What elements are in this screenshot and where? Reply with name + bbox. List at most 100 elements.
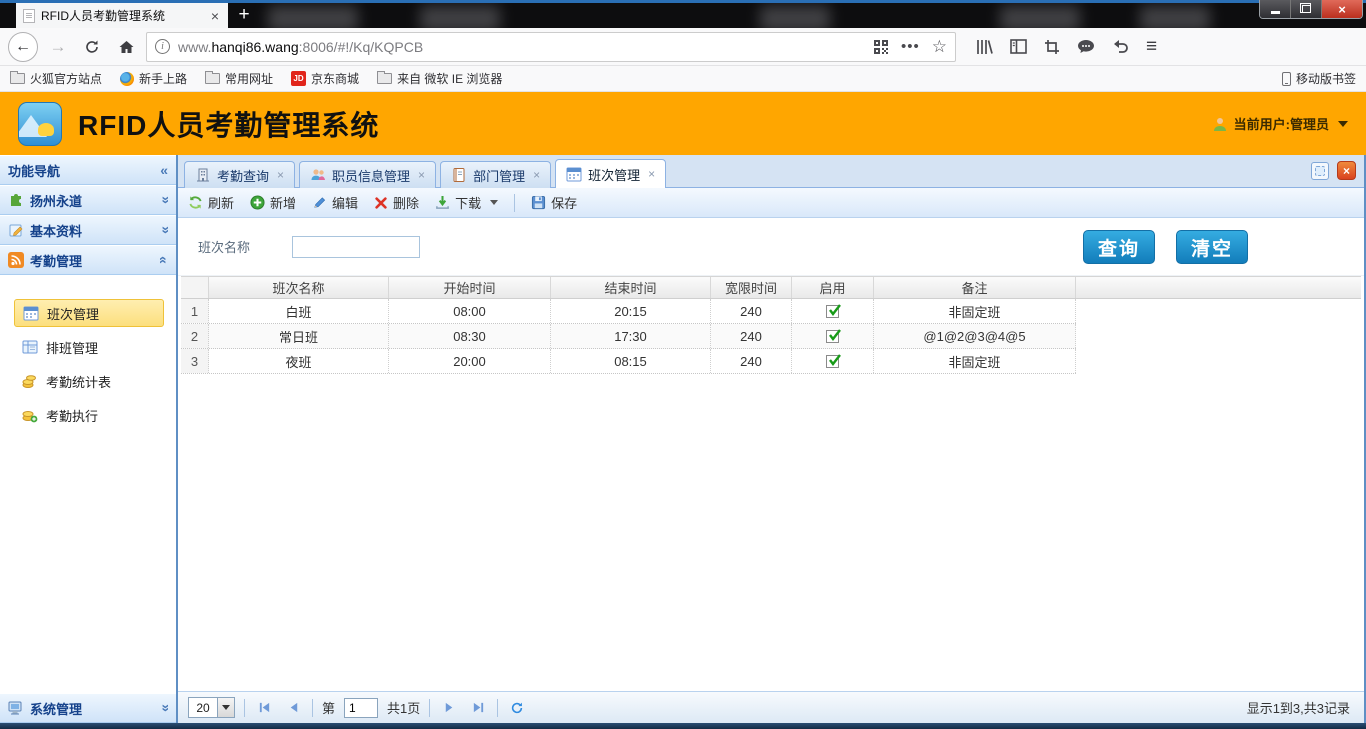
- forward-button[interactable]: →: [44, 33, 72, 61]
- first-page-icon: [258, 701, 271, 714]
- sidebar-panel-yangzhou[interactable]: 扬州永道 «: [0, 185, 176, 215]
- col-enabled[interactable]: 启用: [792, 277, 874, 298]
- app-logo-icon: [18, 102, 62, 146]
- col-remark[interactable]: 备注: [874, 277, 1076, 298]
- enabled-checkbox[interactable]: [826, 305, 839, 318]
- page-actions-icon[interactable]: •••: [901, 38, 920, 55]
- url-text[interactable]: www.hanqi86.wang:8006/#!/Kq/KQPCB: [178, 39, 865, 55]
- edit-button[interactable]: 编辑: [312, 193, 358, 212]
- qr-code-icon[interactable]: [873, 39, 889, 55]
- download-button[interactable]: 下载: [435, 193, 498, 212]
- reload-button[interactable]: [78, 33, 106, 61]
- collapse-sidebar-icon[interactable]: «: [160, 162, 168, 178]
- enabled-checkbox[interactable]: [826, 355, 839, 368]
- download-caret-icon[interactable]: [490, 200, 498, 205]
- messages-icon[interactable]: [1077, 39, 1095, 55]
- first-page-button[interactable]: [254, 698, 274, 718]
- phone-icon: [1282, 72, 1291, 86]
- delete-button[interactable]: 删除: [374, 193, 419, 212]
- next-page-button[interactable]: [439, 698, 459, 718]
- window-controls: ×: [1259, 0, 1363, 19]
- minimize-icon: [1271, 11, 1280, 14]
- library-icon[interactable]: [976, 39, 993, 55]
- maximize-button[interactable]: [1291, 0, 1322, 18]
- reload-grid-button[interactable]: [507, 698, 527, 718]
- sidebar-item-attendance-statistics[interactable]: 考勤统计表: [14, 367, 164, 395]
- bookmark-item[interactable]: JD京东商城: [291, 70, 359, 87]
- sidebars-icon[interactable]: [1010, 39, 1027, 54]
- col-end-time[interactable]: 结束时间: [551, 277, 711, 298]
- home-button[interactable]: [112, 33, 140, 61]
- close-button[interactable]: ×: [1322, 0, 1362, 18]
- close-tab-icon[interactable]: ×: [277, 168, 284, 182]
- chevron-double-up-icon: «: [156, 256, 172, 264]
- bookmark-item[interactable]: 来自 微软 IE 浏览器: [377, 70, 502, 87]
- new-tab-button[interactable]: +: [232, 5, 256, 25]
- col-grace-time[interactable]: 宽限时间: [711, 277, 792, 298]
- sidebar-panel-system[interactable]: 系统管理 «: [0, 693, 176, 723]
- add-button[interactable]: 新增: [250, 193, 296, 212]
- sidebar-panel-basic[interactable]: 基本资料 «: [0, 215, 176, 245]
- query-button[interactable]: 查询: [1083, 230, 1155, 264]
- undo-icon[interactable]: [1112, 39, 1129, 54]
- screenshot-icon[interactable]: [1044, 39, 1060, 55]
- sidebar-item-schedule-management[interactable]: 排班管理: [14, 333, 164, 361]
- current-user-menu[interactable]: 当前用户:管理员: [1212, 114, 1348, 133]
- people-icon: [310, 167, 326, 183]
- sidebar-item-shift-management[interactable]: 班次管理: [14, 299, 164, 327]
- table-row[interactable]: 2 常日班 08:30 17:30 240 @1@2@3@4@5: [181, 324, 1076, 349]
- maximize-icon: [1302, 5, 1311, 13]
- enabled-checkbox[interactable]: [826, 330, 839, 343]
- folder-icon: [10, 73, 25, 84]
- clear-button[interactable]: 清空: [1176, 230, 1248, 264]
- minimize-button[interactable]: [1260, 0, 1291, 18]
- col-shift-name[interactable]: 班次名称: [209, 277, 389, 298]
- last-page-button[interactable]: [468, 698, 488, 718]
- site-info-icon[interactable]: i: [155, 39, 170, 54]
- page-number-input[interactable]: [344, 698, 378, 718]
- sidebar-item-attendance-execute[interactable]: 考勤执行: [14, 401, 164, 429]
- bookmark-item[interactable]: 常用网址: [205, 70, 273, 87]
- bookmark-star-icon[interactable]: ☆: [932, 37, 947, 57]
- maximize-panel-button[interactable]: [1311, 162, 1329, 180]
- browser-tab[interactable]: RFID人员考勤管理系统 ×: [16, 3, 228, 28]
- save-button[interactable]: 保存: [531, 193, 577, 212]
- address-bar[interactable]: i www.hanqi86.wang:8006/#!/Kq/KQPCB ••• …: [146, 32, 956, 62]
- home-icon: [118, 39, 135, 55]
- bookmark-item[interactable]: 火狐官方站点: [10, 70, 102, 87]
- feed-icon: [8, 252, 24, 268]
- tab-shift-management[interactable]: 班次管理 ×: [555, 159, 666, 188]
- prev-page-button[interactable]: [283, 698, 303, 718]
- select-arrow-icon[interactable]: [218, 697, 235, 718]
- close-panel-button[interactable]: ×: [1337, 161, 1356, 180]
- reload-grid-icon: [510, 701, 524, 715]
- puzzle-icon: [8, 192, 24, 208]
- tab-employee-info[interactable]: 职员信息管理 ×: [299, 161, 436, 188]
- refresh-button[interactable]: 刷新: [188, 193, 234, 212]
- tab-attendance-query[interactable]: 考勤查询 ×: [184, 161, 295, 188]
- close-tab-icon[interactable]: ×: [533, 168, 540, 182]
- sidebar-header: 功能导航 «: [0, 155, 176, 185]
- close-tab-icon[interactable]: ×: [648, 167, 655, 181]
- tab-close-icon[interactable]: ×: [209, 9, 221, 23]
- table-row[interactable]: 3 夜班 20:00 08:15 240 非固定班: [181, 349, 1076, 374]
- col-filler: [1076, 277, 1361, 298]
- prev-page-icon: [287, 701, 300, 714]
- page-prefix: 第: [322, 698, 335, 717]
- shift-name-label: 班次名称: [198, 237, 250, 256]
- shift-name-input[interactable]: [292, 236, 420, 258]
- col-start-time[interactable]: 开始时间: [389, 277, 551, 298]
- chevron-double-down-icon: «: [156, 226, 172, 234]
- bookmark-item[interactable]: 新手上路: [120, 70, 187, 87]
- user-icon: [1212, 116, 1228, 132]
- page-size-select[interactable]: 20: [188, 697, 235, 718]
- close-tab-icon[interactable]: ×: [418, 168, 425, 182]
- search-form: 班次名称 查询 清空: [178, 218, 1364, 276]
- back-button[interactable]: ←: [8, 32, 38, 62]
- sidebar-panel-attendance[interactable]: 考勤管理 «: [0, 245, 176, 275]
- table-row[interactable]: 1 白班 08:00 20:15 240 非固定班: [181, 299, 1076, 324]
- screen: RFID人员考勤管理系统 × + × ← → i www.hanqi86.wan…: [0, 0, 1366, 729]
- mobile-bookmarks[interactable]: 移动版书签: [1282, 70, 1356, 87]
- menu-icon[interactable]: ≡: [1146, 36, 1157, 58]
- tab-department[interactable]: 部门管理 ×: [440, 161, 551, 188]
